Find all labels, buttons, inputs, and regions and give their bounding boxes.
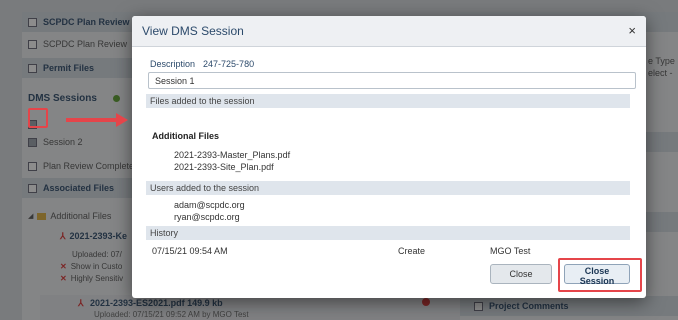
users-section-label: Users added to the session	[150, 183, 260, 193]
highlight-close-session-box	[558, 258, 642, 292]
description-label: Description 247-725-780	[150, 59, 254, 69]
user-item: ryan@scpdc.org	[174, 212, 240, 222]
file-item[interactable]: 2021-2393-Master_Plans.pdf	[174, 150, 290, 160]
description-label-text: Description	[150, 59, 196, 69]
description-input[interactable]	[148, 72, 636, 89]
close-icon[interactable]: ×	[628, 24, 636, 38]
file-item[interactable]: 2021-2393-Site_Plan.pdf	[174, 162, 274, 172]
history-action: Create	[398, 246, 426, 256]
files-section-bar: Files added to the session	[146, 94, 630, 108]
annotation-arrow-head	[116, 113, 128, 127]
view-dms-session-dialog: View DMS Session × Description 247-725-78…	[132, 16, 646, 298]
users-section-bar: Users added to the session	[146, 181, 630, 195]
session-id: 247-725-780	[203, 59, 255, 69]
history-row: 07/15/21 09:54 AM Create MGO Test	[152, 246, 622, 258]
files-section-label: Files added to the session	[150, 96, 255, 106]
modal-title: View DMS Session	[142, 24, 244, 38]
history-label: History	[150, 228, 179, 238]
annotation-arrow-shaft	[66, 118, 118, 122]
history-date: 07/15/21 09:54 AM	[152, 246, 228, 256]
history-user: MGO Test	[490, 246, 531, 256]
close-button[interactable]: Close	[490, 264, 552, 284]
additional-files-heading: Additional Files	[152, 131, 220, 141]
highlight-session-icon-box	[28, 108, 48, 128]
modal-header: View DMS Session ×	[132, 16, 646, 47]
user-item: adam@scpdc.org	[174, 200, 245, 210]
history-section-bar: History	[146, 226, 630, 240]
